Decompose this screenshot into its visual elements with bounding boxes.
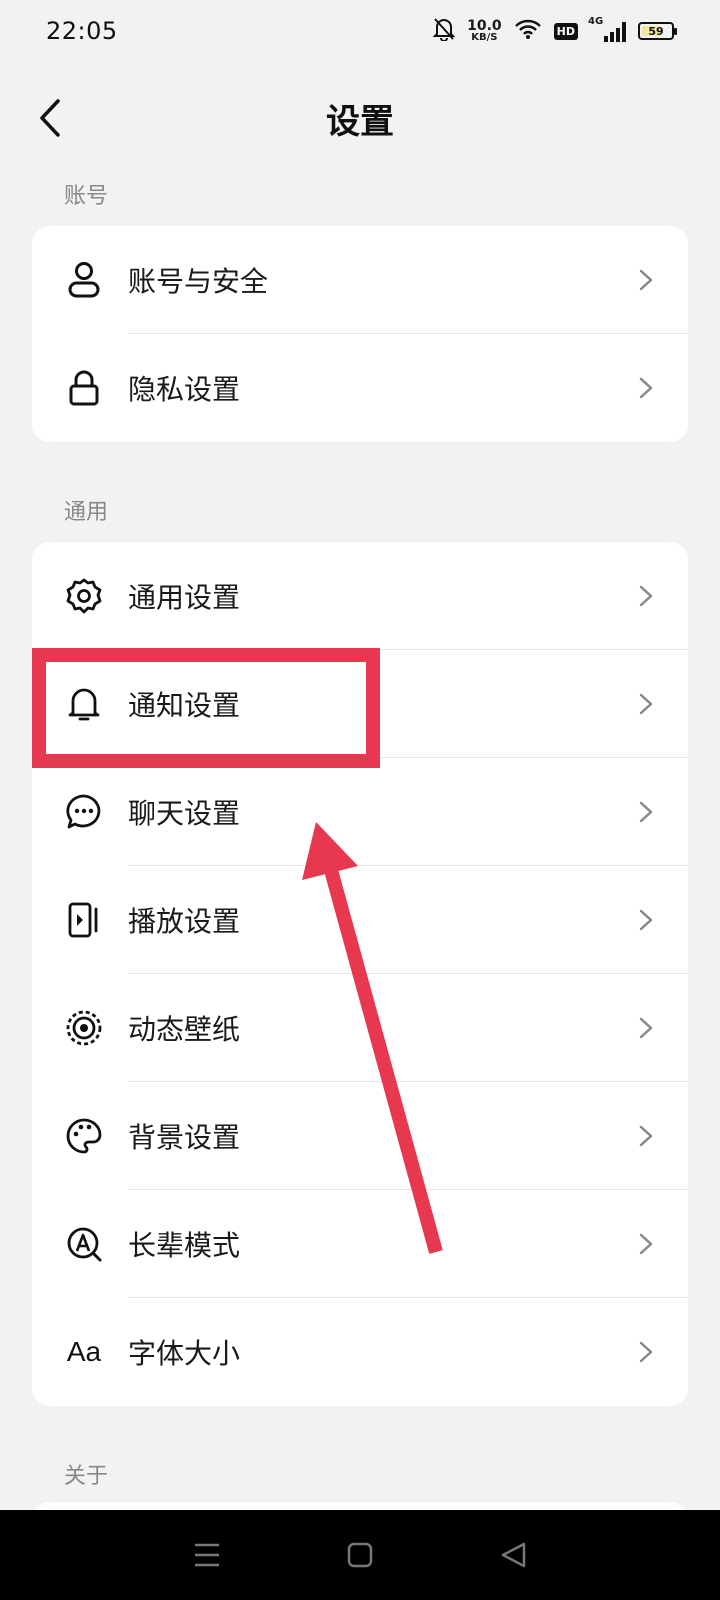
live-wallpaper-icon (64, 1008, 104, 1048)
settings-item-label: 长辈模式 (128, 1229, 241, 1262)
settings-item-label: 通用设置 (128, 581, 241, 614)
hd-badge: HD (553, 22, 578, 40)
back-triangle-icon[interactable] (493, 1535, 533, 1575)
settings-item-background-settings[interactable]: 背景设置 (32, 1082, 688, 1190)
settings-item-label: 动态壁纸 (128, 1013, 241, 1046)
status-time: 22:05 (46, 17, 118, 45)
menu-icon[interactable] (187, 1535, 227, 1575)
settings-item-privacy[interactable]: 隐私设置 (32, 334, 688, 442)
elder-mode-icon (64, 1224, 104, 1264)
chat-bubble-icon (64, 792, 104, 832)
settings-item-label: 账号与安全 (128, 265, 269, 298)
lock-icon (64, 368, 104, 408)
settings-item-notification-settings[interactable]: 通知设置 (32, 650, 688, 758)
chevron-right-icon (639, 801, 653, 823)
section-label-about: 关于 (64, 1464, 109, 1489)
page-title: 设置 (326, 102, 394, 142)
network-speed: 10.0 KB/S (467, 18, 502, 43)
playback-icon (64, 900, 104, 940)
section-label-account: 账号 (64, 184, 109, 209)
system-navigation-bar (0, 1510, 720, 1600)
account-card: 账号与安全 隐私设置 (32, 226, 688, 442)
settings-item-label: 字体大小 (128, 1337, 241, 1370)
settings-item-playback-settings[interactable]: 播放设置 (32, 866, 688, 974)
chevron-right-icon (639, 1017, 653, 1039)
wifi-icon (514, 18, 542, 44)
status-bar: 22:05 10.0 KB/S HD 4G 59 (0, 0, 720, 62)
chevron-right-icon (639, 909, 653, 931)
signal-icon: 4G (588, 16, 626, 42)
settings-item-label: 通知设置 (128, 689, 241, 722)
chevron-right-icon (639, 1125, 653, 1147)
chevron-right-icon (639, 693, 653, 715)
header: 设置 (0, 62, 720, 172)
gear-icon (64, 576, 104, 616)
chevron-right-icon (639, 377, 653, 399)
bell-icon (64, 684, 104, 724)
settings-item-elder-mode[interactable]: 长辈模式 (32, 1190, 688, 1298)
battery-level: 59 (648, 24, 664, 38)
settings-item-chat-settings[interactable]: 聊天设置 (32, 758, 688, 866)
chevron-right-icon (639, 269, 653, 291)
settings-item-live-wallpaper[interactable]: 动态壁纸 (32, 974, 688, 1082)
font-size-icon: Aa (66, 1336, 102, 1367)
status-icons: 10.0 KB/S HD 4G 59 (432, 16, 677, 45)
home-icon[interactable] (340, 1535, 380, 1575)
chevron-right-icon (639, 585, 653, 607)
settings-item-label: 播放设置 (128, 905, 241, 938)
settings-item-font-size[interactable]: Aa 字体大小 (32, 1298, 688, 1406)
user-icon (64, 260, 104, 300)
settings-item-general-settings[interactable]: 通用设置 (32, 542, 688, 650)
palette-icon (64, 1116, 104, 1156)
settings-item-account-security[interactable]: 账号与安全 (32, 226, 688, 334)
chevron-right-icon (639, 1341, 653, 1363)
general-card: 通用设置 通知设置 聊天设置 播放设置 动态壁纸 背景设置 长辈模式 Aa 字体… (32, 542, 688, 1406)
settings-item-label: 背景设置 (128, 1121, 241, 1154)
chevron-right-icon (639, 1233, 653, 1255)
mute-bell-icon (432, 17, 456, 45)
settings-item-label: 聊天设置 (128, 797, 241, 830)
section-label-general: 通用 (64, 500, 109, 525)
battery-icon: 59 (638, 22, 677, 40)
settings-item-label: 隐私设置 (128, 373, 241, 406)
